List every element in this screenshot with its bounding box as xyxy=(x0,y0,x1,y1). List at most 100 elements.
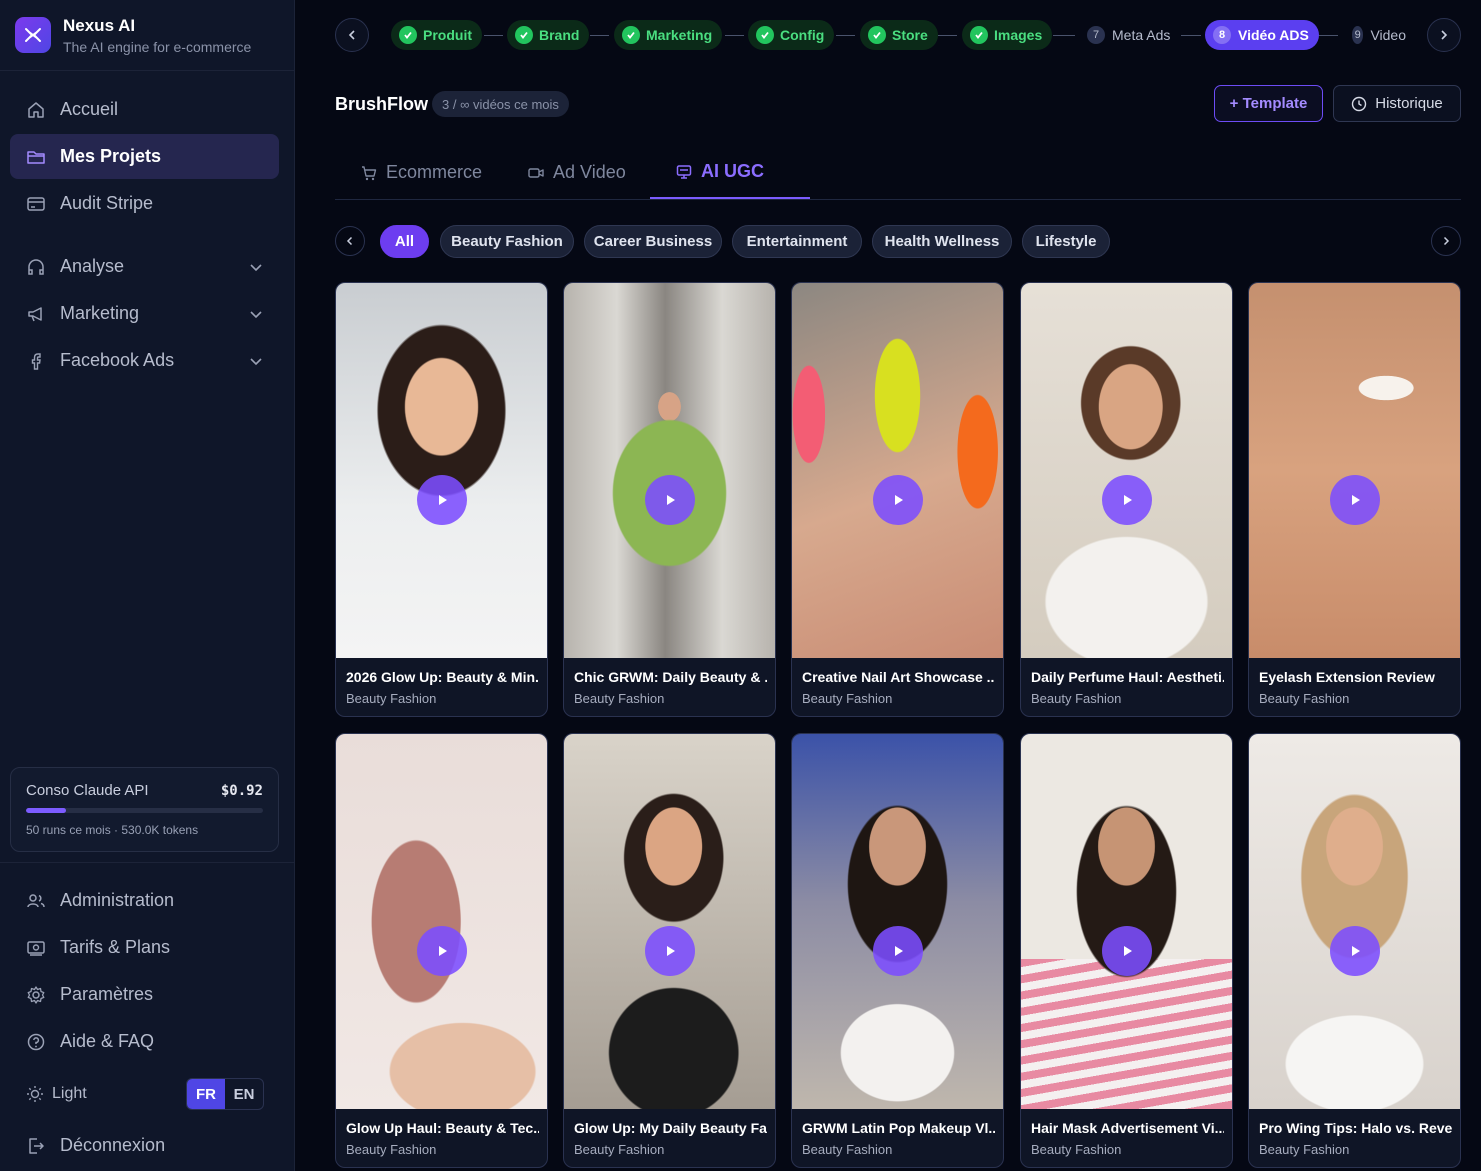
step-connector xyxy=(484,35,503,36)
play-button[interactable] xyxy=(644,926,695,976)
video-title: Creative Nail Art Showcase ... xyxy=(802,669,995,685)
video-card[interactable]: Creative Nail Art Showcase ... Beauty Fa… xyxy=(791,282,1004,717)
video-title: Glow Up Haul: Beauty & Tec... xyxy=(346,1120,539,1136)
users-icon xyxy=(26,891,46,911)
video-card[interactable]: Pro Wing Tips: Halo vs. Reve... Beauty F… xyxy=(1248,733,1461,1168)
step-video-ads[interactable]: 8 Vidéo ADS xyxy=(1205,20,1319,50)
step-brand[interactable]: Brand xyxy=(507,20,590,50)
play-icon xyxy=(894,946,903,956)
video-category: Beauty Fashion xyxy=(574,1142,665,1157)
play-button[interactable] xyxy=(872,475,923,525)
video-title: Hair Mask Advertisement Vi... xyxy=(1031,1120,1224,1136)
nav-item-aide-faq[interactable]: Aide & FAQ xyxy=(10,1019,279,1064)
video-icon xyxy=(528,165,544,181)
nav-item-parametres[interactable]: Paramètres xyxy=(10,972,279,1017)
nav-item-audit-stripe[interactable]: Audit Stripe xyxy=(10,181,279,226)
nav-item-administration[interactable]: Administration xyxy=(10,878,279,923)
play-button[interactable] xyxy=(872,926,923,976)
chip-entertainment[interactable]: Entertainment xyxy=(732,225,862,258)
chip-health-wellness[interactable]: Health Wellness xyxy=(872,225,1012,258)
video-thumbnail xyxy=(336,734,547,1109)
step-label: Marketing xyxy=(646,27,713,43)
video-title: Daily Perfume Haul: Aestheti... xyxy=(1031,669,1224,685)
video-card[interactable]: Glow Up Haul: Beauty & Tec... Beauty Fas… xyxy=(335,733,548,1168)
video-card[interactable]: 2026 Glow Up: Beauty & Min... Beauty Fas… xyxy=(335,282,548,717)
play-icon xyxy=(1123,495,1132,505)
video-thumbnail xyxy=(1249,734,1460,1109)
chevron-down-icon xyxy=(249,307,263,321)
video-thumbnail xyxy=(1249,283,1460,658)
play-button[interactable] xyxy=(1101,475,1152,525)
tab-ai-ugc[interactable]: AI UGC xyxy=(650,146,810,199)
video-title: Eyelash Extension Review xyxy=(1259,669,1435,685)
video-category: Beauty Fashion xyxy=(346,691,437,706)
clock-icon xyxy=(1351,96,1367,112)
nav-item-marketing[interactable]: Marketing xyxy=(10,291,279,336)
theme-toggle[interactable]: Light xyxy=(26,1085,87,1103)
chip-lifestyle[interactable]: Lifestyle xyxy=(1022,225,1110,258)
video-card[interactable]: Eyelash Extension Review Beauty Fashion xyxy=(1248,282,1461,717)
video-card[interactable]: Chic GRWM: Daily Beauty & ... Beauty Fas… xyxy=(563,282,776,717)
play-button[interactable] xyxy=(1329,926,1380,976)
tab-label: Ad Video xyxy=(553,162,626,182)
step-config[interactable]: Config xyxy=(748,20,835,50)
chip-beauty-fashion[interactable]: Beauty Fashion xyxy=(440,225,574,258)
nav-item-facebook-ads[interactable]: Facebook Ads xyxy=(10,338,279,383)
play-button[interactable] xyxy=(1101,926,1152,976)
nav-item-tarifs[interactable]: Tarifs & Plans xyxy=(10,925,279,970)
play-button[interactable] xyxy=(644,475,695,525)
step-connector xyxy=(1318,35,1338,36)
video-card[interactable]: Glow Up: My Daily Beauty Fa... Beauty Fa… xyxy=(563,733,776,1168)
stepper-prev-button[interactable] xyxy=(335,18,369,52)
cart-icon xyxy=(361,165,377,181)
brand-name: Nexus AI xyxy=(63,15,136,35)
chip-all[interactable]: All xyxy=(380,225,429,258)
nav-label: Facebook Ads xyxy=(60,350,175,370)
video-type-tabs: Ecommerce Ad Video AI UGC xyxy=(335,146,1461,200)
nav-label: Analyse xyxy=(60,256,125,276)
tab-ad-video[interactable]: Ad Video xyxy=(528,146,626,199)
api-usage-card: Conso Claude API $0.92 50 runs ce mois ·… xyxy=(10,767,279,852)
history-button[interactable]: Historique xyxy=(1333,85,1461,122)
chip-career-business[interactable]: Career Business xyxy=(584,225,722,258)
lang-fr-button[interactable]: FR xyxy=(187,1079,225,1109)
step-marketing[interactable]: Marketing xyxy=(614,20,723,50)
language-switcher: FR EN xyxy=(186,1078,264,1110)
video-card[interactable]: Daily Perfume Haul: Aestheti... Beauty F… xyxy=(1020,282,1233,717)
video-title: Chic GRWM: Daily Beauty & ... xyxy=(574,669,767,685)
group-nav: Analyse Marketing Facebook Ads xyxy=(10,244,279,385)
video-thumbnail xyxy=(792,734,1003,1109)
stepper-next-button[interactable] xyxy=(1427,18,1461,52)
step-video[interactable]: 9 Video xyxy=(1344,20,1416,50)
step-images[interactable]: Images xyxy=(962,20,1053,50)
tab-ecommerce[interactable]: Ecommerce xyxy=(361,146,482,199)
step-number: 9 xyxy=(1352,26,1364,44)
step-label: Store xyxy=(892,27,928,43)
brand[interactable]: Nexus AI The AI engine for e-commerce xyxy=(0,0,294,71)
lang-en-button[interactable]: EN xyxy=(225,1079,263,1109)
nav-item-accueil[interactable]: Accueil xyxy=(10,87,279,132)
logout-button[interactable]: Déconnexion xyxy=(10,1123,279,1168)
video-card[interactable]: Hair Mask Advertisement Vi... Beauty Fas… xyxy=(1020,733,1233,1168)
play-button[interactable] xyxy=(1329,475,1380,525)
play-icon xyxy=(1351,495,1360,505)
nav-label: Mes Projets xyxy=(60,146,162,166)
step-store[interactable]: Store xyxy=(860,20,938,50)
nav-item-mes-projets[interactable]: Mes Projets xyxy=(10,134,279,179)
step-produit[interactable]: Produit xyxy=(391,20,482,50)
add-template-button[interactable]: + Template xyxy=(1214,85,1323,122)
chips-prev-button[interactable] xyxy=(335,226,365,256)
play-button[interactable] xyxy=(416,926,467,976)
video-quota-badge: 3 / ∞ vidéos ce mois xyxy=(432,91,569,117)
card-icon xyxy=(26,194,46,214)
chips-next-button[interactable] xyxy=(1431,226,1461,256)
video-card[interactable]: GRWM Latin Pop Makeup Vl... Beauty Fashi… xyxy=(791,733,1004,1168)
video-category: Beauty Fashion xyxy=(1031,691,1122,706)
chevron-right-icon xyxy=(1441,30,1448,40)
play-button[interactable] xyxy=(416,475,467,525)
step-meta-ads[interactable]: 7 Meta Ads xyxy=(1079,20,1180,50)
video-thumbnail xyxy=(792,283,1003,658)
nav-item-analyse[interactable]: Analyse xyxy=(10,244,279,289)
step-connector xyxy=(1181,35,1201,36)
tab-label: Ecommerce xyxy=(386,162,483,182)
